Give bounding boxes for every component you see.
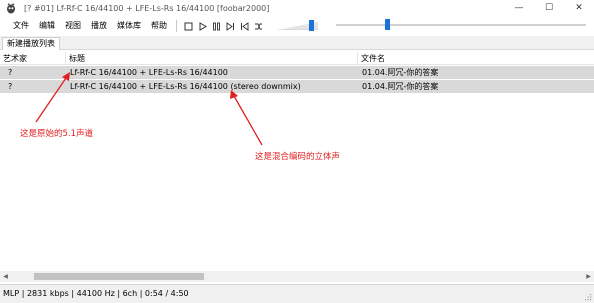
pause-icon[interactable] [211, 21, 221, 31]
row-filename: 01.04.阿冗-你的答案 [362, 68, 439, 77]
seek-thumb[interactable] [385, 19, 390, 30]
volume-thumb[interactable] [309, 20, 314, 31]
seek-bar[interactable] [336, 18, 586, 32]
minimize-button[interactable]: — [504, 0, 534, 16]
play-icon[interactable] [197, 21, 207, 31]
scroll-right-icon[interactable]: ▶ [583, 271, 594, 282]
stop-icon[interactable] [183, 21, 193, 31]
status-bar: MLP | 2831 kbps | 44100 Hz | 6ch | 0:54 … [0, 284, 594, 303]
previous-icon[interactable] [239, 21, 249, 31]
seek-track [336, 24, 586, 26]
menu-edit[interactable]: 编辑 [34, 17, 60, 35]
horizontal-scrollbar[interactable]: ◀ ▶ [0, 271, 594, 282]
tab-new-playlist[interactable]: 新建播放列表 [2, 37, 60, 50]
status-text: MLP | 2831 kbps | 44100 Hz | 6ch | 0:54 … [3, 289, 189, 298]
random-icon[interactable] [253, 21, 263, 31]
column-filename[interactable]: 文件名 [358, 52, 594, 65]
row-title: Lf-Rf-C 16/44100 + LFE-Ls-Rs 16/44100 [70, 68, 228, 77]
scrollbar-thumb[interactable] [34, 273, 204, 280]
title-bar: [? #01] Lf-Rf-C 16/44100 + LFE-Ls-Rs 16/… [0, 0, 594, 16]
playlist-tabs: 新建播放列表 [0, 36, 594, 50]
menu-playback[interactable]: 播放 [86, 17, 112, 35]
menu-help[interactable]: 帮助 [146, 17, 172, 35]
menu-view[interactable]: 视图 [60, 17, 86, 35]
next-icon[interactable] [225, 21, 235, 31]
column-title[interactable]: 标题 [66, 52, 358, 65]
menu-file[interactable]: 文件 [8, 17, 34, 35]
maximize-button[interactable]: ☐ [534, 0, 564, 16]
annotation-mixed: 这是混合编码的立体声 [255, 152, 341, 162]
annotation-original: 这是原始的5.1声道 [20, 129, 94, 139]
close-button[interactable]: ✕ [564, 0, 594, 16]
toolbar-separator [176, 20, 177, 32]
menu-library[interactable]: 媒体库 [112, 17, 146, 35]
row-filename: 01.04.阿冗-你的答案 [362, 82, 439, 91]
scroll-left-icon[interactable]: ◀ [0, 271, 11, 282]
window-title: [? #01] Lf-Rf-C 16/44100 + LFE-Ls-Rs 16/… [24, 3, 270, 13]
playlist-row[interactable]: ? Lf-Rf-C 16/44100 + LFE-Ls-Rs 16/44100 … [0, 66, 594, 79]
volume-slider[interactable] [278, 18, 322, 32]
playlist-header: 艺术家 标题 文件名 [0, 52, 594, 65]
column-artist[interactable]: 艺术家 [0, 52, 66, 65]
resize-grip-icon[interactable] [584, 293, 592, 301]
row-artist: ? [8, 68, 13, 77]
playlist-row[interactable]: ? Lf-Rf-C 16/44100 + LFE-Ls-Rs 16/44100 … [0, 80, 594, 93]
row-title: Lf-Rf-C 16/44100 + LFE-Ls-Rs 16/44100 (s… [70, 82, 301, 91]
row-artist: ? [8, 82, 13, 91]
arrow-mixed [233, 95, 263, 146]
foobar-app-icon[interactable] [5, 2, 17, 14]
